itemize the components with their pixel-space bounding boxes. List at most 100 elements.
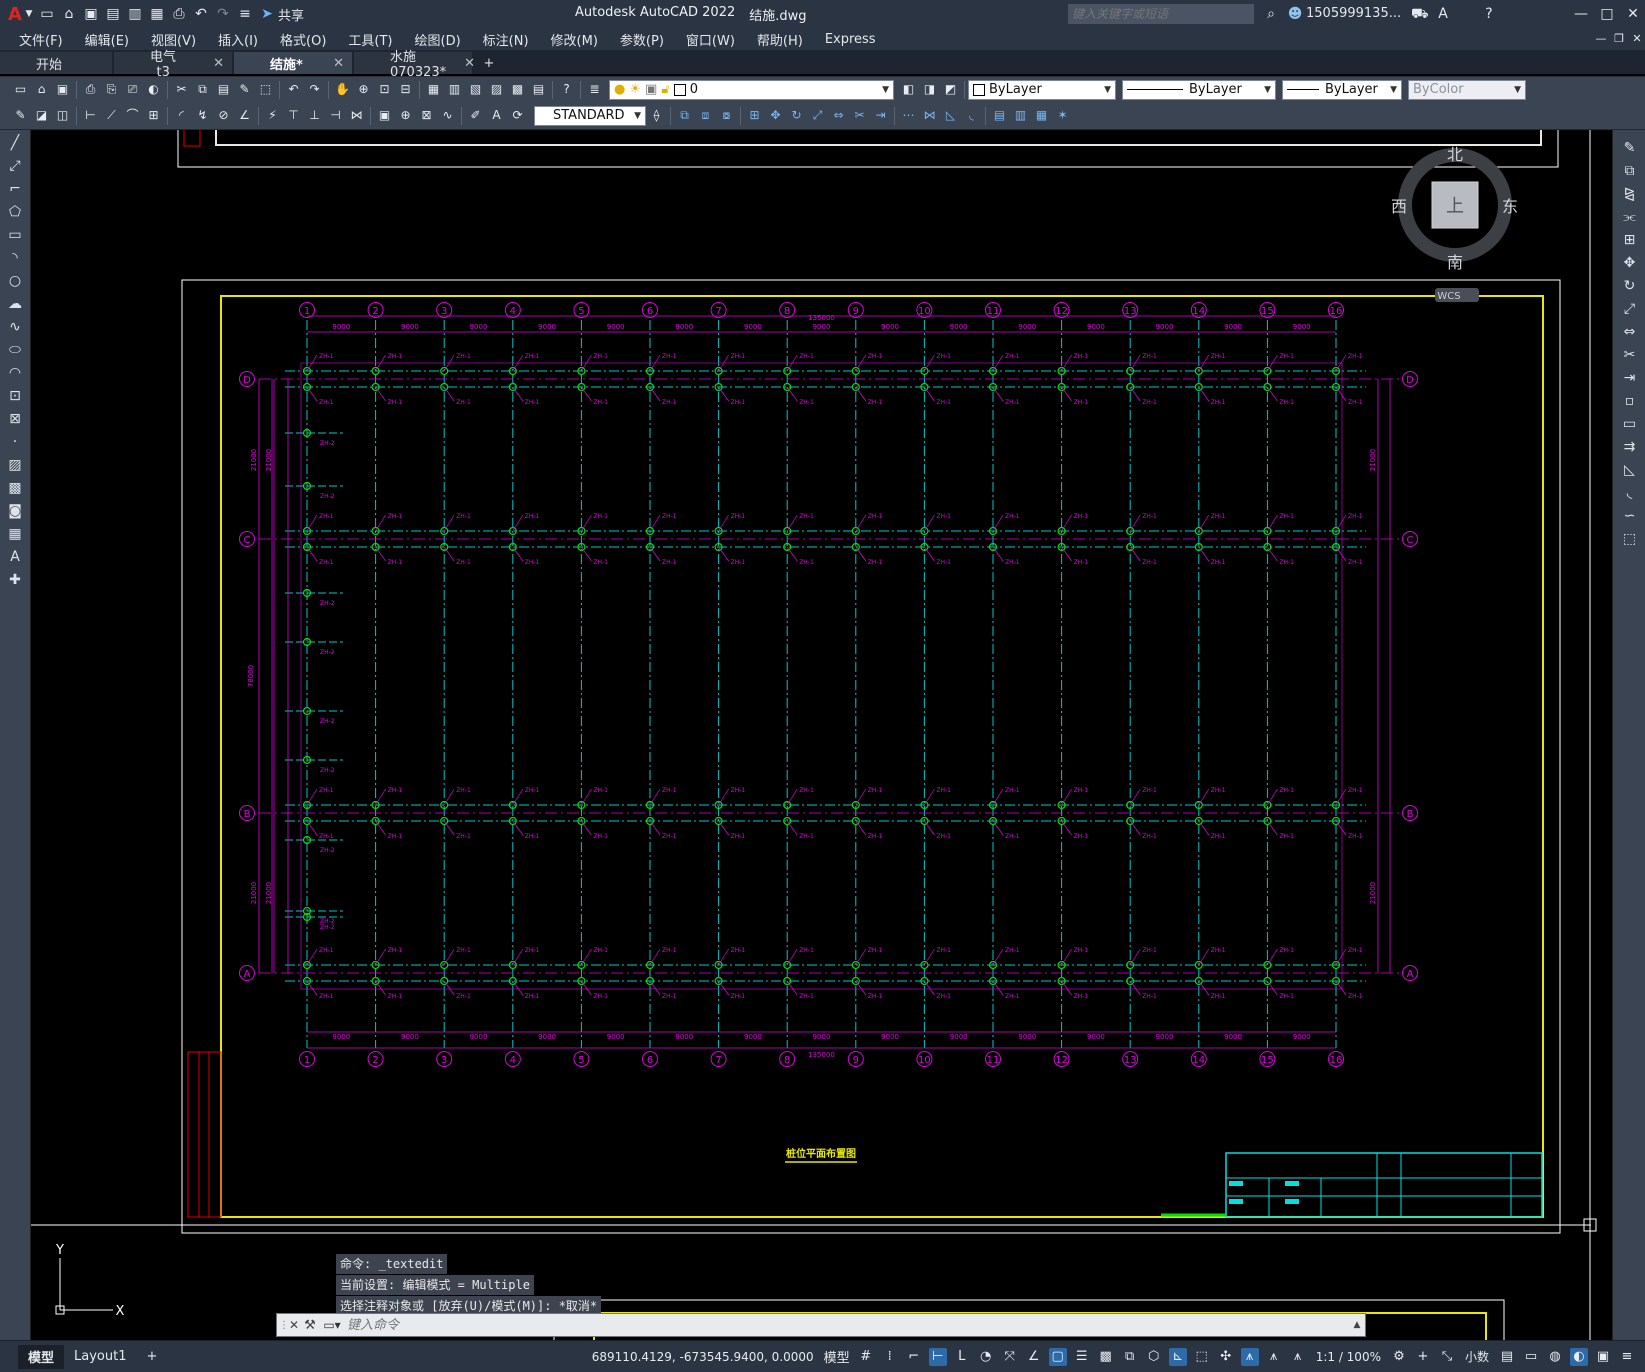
multiline-text-icon[interactable]: A [5, 547, 25, 567]
explode-icon[interactable]: ✶ [1054, 107, 1071, 124]
scale-icon[interactable]: ⤢ [809, 107, 826, 124]
spline-icon[interactable]: ∿ [5, 317, 25, 337]
continue-dim-icon[interactable]: ⊥ [306, 107, 323, 124]
sheet-set-icon[interactable]: ▨ [488, 81, 505, 98]
customize-icon[interactable]: ≡ [237, 6, 253, 22]
close-icon[interactable]: ✕ [1625, 6, 1641, 22]
fillet-icon[interactable]: ◟ [1620, 483, 1640, 503]
search-box[interactable] [1068, 4, 1254, 24]
doc-restore-icon[interactable]: ❐ [1611, 31, 1627, 47]
publish-icon[interactable]: ⎚ [124, 81, 141, 98]
transparency-icon[interactable]: ▩ [1097, 1348, 1115, 1366]
command-line[interactable]: ⋮ ✕ ⚒ ▭▾ ▲ [276, 1313, 1366, 1337]
arc-length-icon[interactable]: ⌒ [124, 107, 141, 124]
workspace-icon[interactable]: ✎ [12, 107, 29, 124]
doc-close-icon[interactable]: ✕ [1629, 31, 1645, 47]
annotation-scale-value[interactable]: 1:1 / 100% [1316, 1350, 1381, 1364]
copy-obj-icon[interactable]: ⧉ [676, 107, 693, 124]
dynamic-ucs-icon[interactable]: ⊾ [1168, 1347, 1187, 1366]
selection-filter-icon[interactable]: ⬚ [1193, 1348, 1211, 1366]
jogged-linear-icon[interactable]: ∿ [439, 107, 456, 124]
break-icon[interactable]: ▭ [1620, 414, 1640, 434]
drawing-canvas[interactable]: ZH-1 ZH-1 ZH-1 ZH-1 ZH-1 ZH-1 ZH-1 ZH-1 ZH-1 ZH-1… [31, 130, 1611, 1340]
polygon-icon[interactable]: ⬠ [5, 202, 25, 222]
ellipse-icon[interactable]: ⬭ [5, 340, 25, 360]
grid-icon[interactable]: # [857, 1348, 875, 1366]
pan-icon[interactable]: ✋ [334, 81, 351, 98]
close-icon[interactable]: ✕ [287, 1318, 301, 1332]
viewcube-north-label[interactable]: 北 [1447, 145, 1463, 164]
grip-handle-icon[interactable]: ⋮ [279, 1320, 289, 1331]
fillet-icon[interactable]: ◟ [963, 107, 980, 124]
wrench-icon[interactable]: ⚒ [301, 1318, 319, 1333]
lock-ui-icon[interactable]: ▭ [1522, 1348, 1540, 1366]
plotstyle-dropdown[interactable]: ByColor ▼ [1408, 79, 1526, 100]
rotate-icon[interactable]: ↻ [788, 107, 805, 124]
user-icon[interactable]: ☻ [1287, 6, 1303, 22]
web-save-icon[interactable]: ▦ [149, 6, 165, 22]
offset-icon[interactable]: ⧇ [718, 107, 735, 124]
new-tab-button[interactable]: + [474, 52, 504, 74]
insert-block-icon[interactable]: ⊡ [5, 386, 25, 406]
user-name[interactable]: 1505999135... [1306, 6, 1401, 21]
isodraft-icon[interactable]: ⤧ [1001, 1348, 1019, 1366]
dim-break-icon[interactable]: ⋈ [348, 107, 365, 124]
layout-tab-layout1[interactable]: Layout1 [64, 1345, 136, 1369]
new-icon[interactable]: ▭ [12, 81, 29, 98]
layer-dropdown[interactable]: ● ☀ ▣ 🔓︎ 0 ▼ [609, 79, 894, 100]
graphics-performance-icon[interactable]: ◐ [1570, 1347, 1588, 1366]
cart-icon[interactable]: ⛟ [1411, 6, 1429, 22]
line-icon[interactable]: ╱ [5, 133, 25, 153]
menu-window[interactable]: 窗口(W) [686, 30, 735, 49]
diameter-dim-icon[interactable]: ⊘ [215, 107, 232, 124]
offset-icon[interactable]: ⫘ [1620, 207, 1640, 227]
dim-space-icon[interactable]: ⊣ [327, 107, 344, 124]
mirror-icon[interactable]: ⧎ [1620, 184, 1640, 204]
tab-electrical[interactable]: 电气_t3 ✕ [114, 50, 232, 80]
dim-edit-icon[interactable]: ✐ [467, 107, 484, 124]
menu-dimension[interactable]: 标注(N) [483, 30, 529, 49]
point-icon[interactable]: · [5, 432, 25, 452]
array-icon[interactable]: ⊞ [746, 107, 763, 124]
share-icon[interactable]: ➤ [259, 6, 275, 22]
help-icon[interactable]: ? [1481, 6, 1497, 22]
ellipse-arc-icon[interactable]: ◠ [5, 363, 25, 383]
new-icon[interactable]: ▭ [39, 6, 55, 22]
table-icon[interactable]: ▦ [5, 524, 25, 544]
viewcube-south-label[interactable]: 南 [1447, 253, 1463, 272]
menu-format[interactable]: 格式(O) [280, 30, 326, 49]
3d-osnap-icon[interactable]: ⬡ [1145, 1348, 1163, 1366]
markup-icon[interactable]: ▩ [509, 81, 526, 98]
layer-iso-icon[interactable]: ◫ [54, 107, 71, 124]
layer-walk-icon[interactable]: ◪ [33, 107, 50, 124]
3d-dwf-icon[interactable]: ◐ [145, 81, 162, 98]
plus-icon[interactable]: + [1414, 1348, 1432, 1366]
mirror-icon[interactable]: ⧈ [697, 107, 714, 124]
snap-icon[interactable]: ⁞ [881, 1348, 899, 1366]
hatch-icon[interactable]: ▨ [5, 455, 25, 475]
calculator-icon[interactable]: ▤ [530, 81, 547, 98]
jogged-dim-icon[interactable]: ↯ [194, 107, 211, 124]
ortho-icon[interactable]: L [953, 1348, 971, 1366]
bring-front-icon[interactable]: ▥ [1012, 107, 1029, 124]
close-icon[interactable]: ✕ [213, 56, 224, 71]
tab-start[interactable]: 开始 [0, 52, 112, 74]
redo-icon[interactable]: ↷ [306, 81, 323, 98]
join-icon[interactable]: ⇉ [1620, 437, 1640, 457]
properties-icon[interactable]: ▦ [425, 81, 442, 98]
move-icon[interactable]: ✥ [767, 107, 784, 124]
maximize-icon[interactable]: □ [1599, 6, 1615, 22]
revision-cloud-icon[interactable]: ☁ [5, 294, 25, 314]
angular-dim-icon[interactable]: ∠ [236, 107, 253, 124]
break-icon[interactable]: ⋯ [900, 107, 917, 124]
menu-insert[interactable]: 插入(I) [218, 30, 258, 49]
drawing-svg[interactable]: ZH-1 ZH-1 ZH-1 ZH-1 ZH-1 ZH-1 ZH-1 ZH-1 ZH-1 ZH-1… [31, 130, 1611, 1340]
selection-cycling-icon[interactable]: ⧉ [1121, 1348, 1139, 1366]
trim-icon[interactable]: ✂ [1620, 345, 1640, 365]
quick-properties-icon[interactable]: ▤ [1498, 1348, 1516, 1366]
erase-icon[interactable]: ✎ [1620, 138, 1640, 158]
open-icon[interactable]: ⌂ [33, 81, 50, 98]
saveas-icon[interactable]: ▤ [105, 6, 121, 22]
menu-express[interactable]: Express [825, 32, 876, 47]
add-selected-icon[interactable]: ✚ [5, 570, 25, 590]
